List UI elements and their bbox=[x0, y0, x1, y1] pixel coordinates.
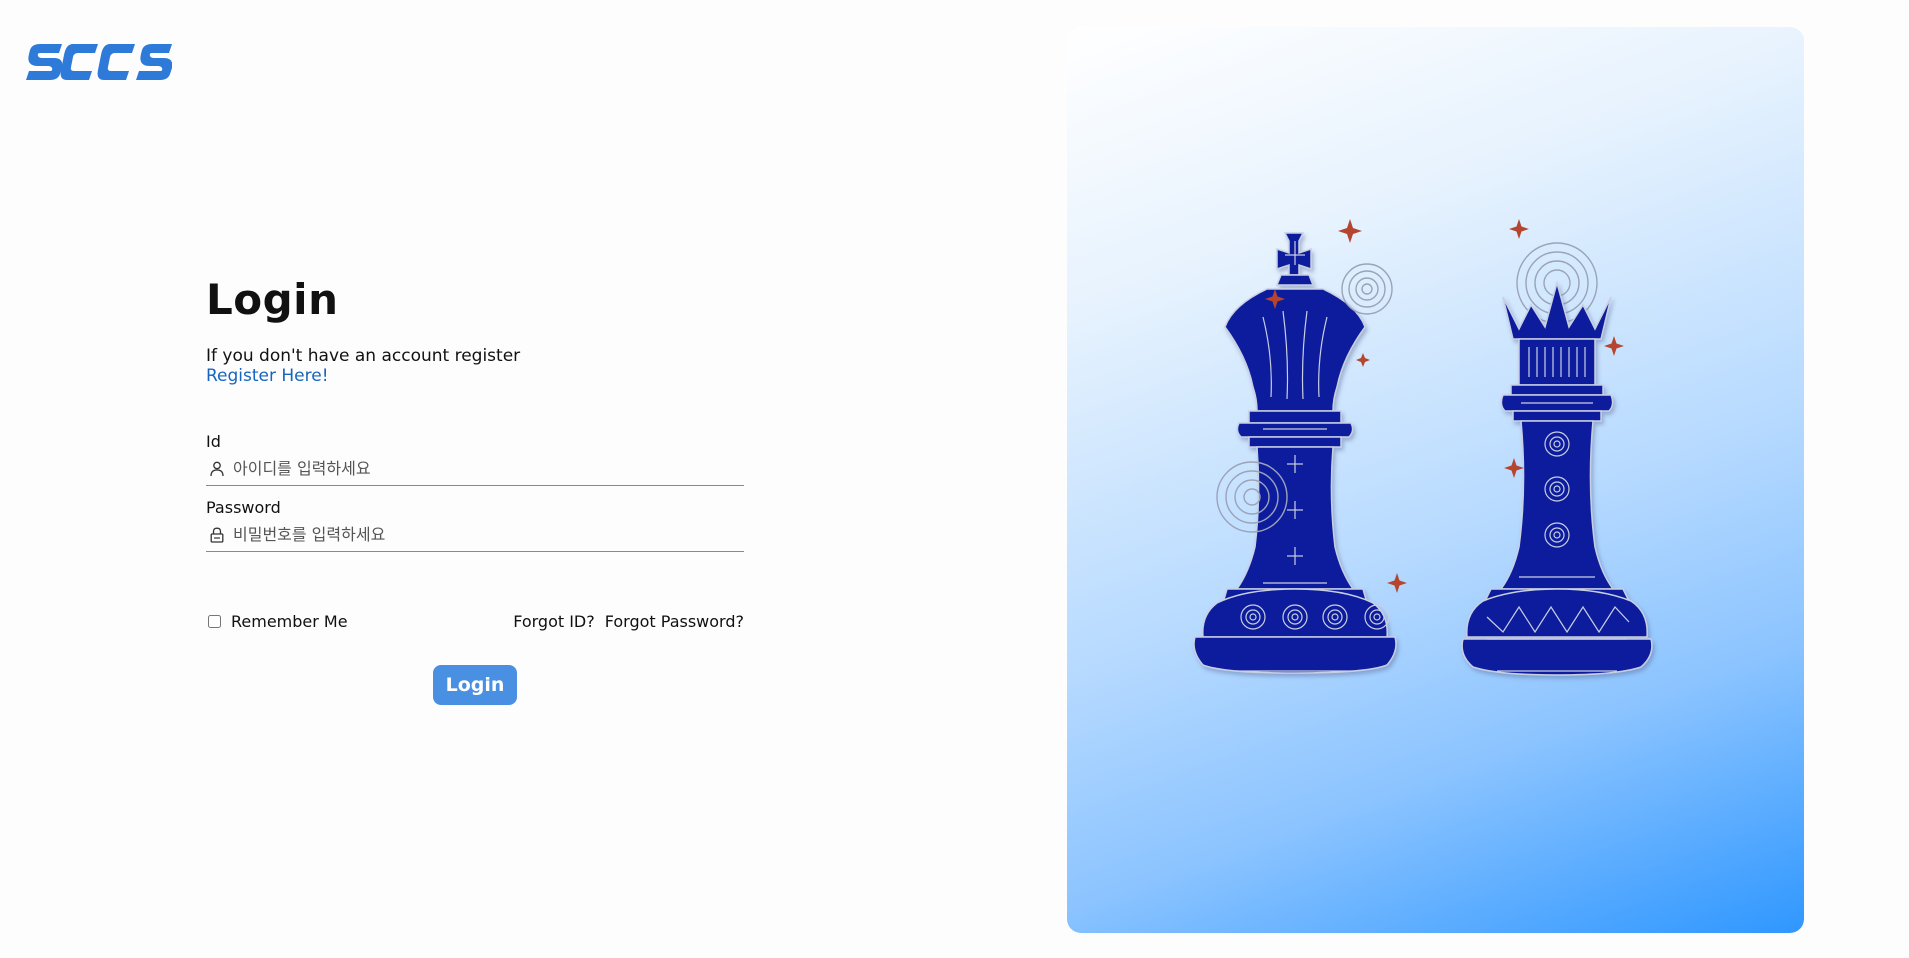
page-title: Login bbox=[206, 275, 339, 324]
remember-me[interactable]: Remember Me bbox=[206, 612, 348, 631]
password-field-row bbox=[206, 518, 744, 552]
lock-icon bbox=[207, 525, 227, 545]
password-input[interactable] bbox=[233, 519, 744, 550]
king-piece bbox=[1193, 232, 1397, 674]
id-label: Id bbox=[206, 432, 221, 451]
register-prompt: If you don't have an account register bbox=[206, 346, 521, 366]
forgot-links: Forgot ID? Forgot Password? bbox=[513, 612, 744, 631]
login-button[interactable]: Login bbox=[433, 665, 517, 705]
id-field-row bbox=[206, 452, 744, 486]
id-input[interactable] bbox=[233, 453, 744, 484]
forgot-id-link[interactable]: Forgot ID? bbox=[513, 612, 595, 631]
chess-illustration bbox=[1193, 219, 1653, 676]
user-icon bbox=[207, 459, 227, 479]
login-form: Login If you don't have an account regis… bbox=[206, 270, 744, 705]
register-link[interactable]: Register Here! bbox=[206, 366, 744, 386]
password-label: Password bbox=[206, 498, 281, 517]
login-page: Login If you don't have an account regis… bbox=[0, 0, 1909, 958]
remember-me-label: Remember Me bbox=[231, 612, 348, 631]
sccs-logo[interactable] bbox=[26, 42, 172, 82]
hero-panel bbox=[1067, 27, 1804, 933]
remember-me-checkbox[interactable] bbox=[208, 615, 221, 628]
options-row: Remember Me Forgot ID? Forgot Password? bbox=[206, 612, 744, 631]
forgot-password-link[interactable]: Forgot Password? bbox=[605, 612, 744, 631]
